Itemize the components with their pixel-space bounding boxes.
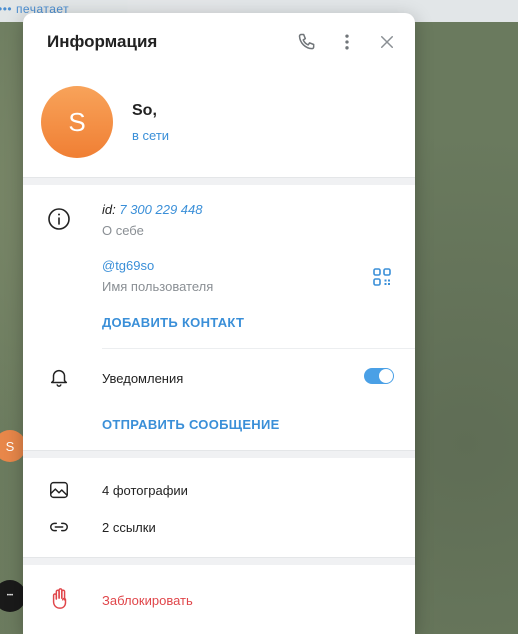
send-message-button[interactable]: ОТПРАВИТЬ СООБЩЕНИЕ: [102, 417, 280, 432]
close-icon: [381, 36, 393, 48]
username-caption: Имя пользователя: [102, 279, 214, 294]
bell-icon: [50, 369, 68, 387]
section-divider: [23, 557, 415, 565]
toggle-knob: [379, 369, 393, 383]
profile-section: S So, в сети: [23, 69, 415, 177]
hand-block-icon: [52, 588, 67, 609]
username-link[interactable]: @tg69so: [102, 258, 154, 273]
user-id[interactable]: id: 7 300 229 448: [102, 202, 203, 217]
separator-line: [102, 348, 415, 349]
user-id-label: id:: [102, 202, 116, 217]
photos-row[interactable]: 4 фотографии: [102, 483, 188, 498]
section-divider: [23, 177, 415, 185]
user-id-value[interactable]: 7 300 229 448: [119, 202, 202, 217]
block-user-button[interactable]: Заблокировать: [102, 593, 193, 608]
phone-icon: [298, 33, 315, 50]
bio-caption: О себе: [102, 223, 144, 238]
links-row[interactable]: 2 ссылки: [102, 520, 156, 535]
call-button[interactable]: [294, 29, 320, 55]
qr-code-icon[interactable]: [372, 267, 392, 287]
avatar[interactable]: S: [41, 86, 113, 158]
notifications-label: Уведомления: [102, 371, 184, 386]
dialog-title: Информация: [47, 32, 158, 51]
dialog-header: Информация: [23, 13, 415, 69]
user-name: So,: [132, 102, 157, 119]
link-icon: [50, 522, 68, 532]
image-icon: [50, 481, 68, 499]
online-status: в сети: [132, 128, 170, 143]
close-button[interactable]: [374, 29, 400, 55]
more-options-button[interactable]: [334, 29, 360, 55]
section-divider: [23, 450, 415, 458]
info-icon: [48, 208, 70, 230]
notifications-toggle[interactable]: [364, 368, 394, 384]
user-info-dialog: Информация S So, в сети id: 7 300 229 44…: [23, 13, 415, 634]
more-vertical-icon: [345, 34, 349, 50]
add-contact-button[interactable]: ДОБАВИТЬ КОНТАКТ: [102, 315, 244, 330]
